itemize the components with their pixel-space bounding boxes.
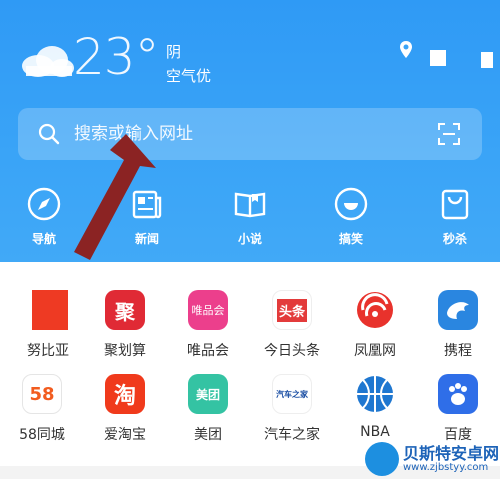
square-icon[interactable]	[430, 50, 446, 66]
compass-icon	[27, 187, 61, 221]
smiley-icon	[334, 187, 368, 221]
app-name: 今日头条	[264, 343, 320, 359]
58-icon: 58	[22, 374, 62, 414]
app-toutiao[interactable]: 头条 今日头条	[250, 290, 334, 360]
app-ctrip[interactable]: 携程	[416, 290, 500, 360]
watermark-title: 贝斯特安卓网	[403, 444, 500, 463]
app-name: 58同城	[19, 427, 65, 443]
watermark: 贝斯特安卓网 www.zjbstyy.com	[365, 438, 500, 479]
app-name: 唯品会	[187, 343, 229, 359]
ctrip-dolphin-icon	[438, 290, 478, 330]
nav-label: 小说	[237, 232, 262, 246]
temperature: 23°	[73, 28, 160, 86]
watermark-logo-icon	[365, 442, 399, 476]
app-name: 凤凰网	[354, 343, 396, 359]
app-name: 聚划算	[104, 343, 146, 359]
app-meituan[interactable]: 美团 美团	[166, 374, 250, 444]
weather-text: 阴	[166, 43, 182, 61]
nubia-icon	[28, 290, 68, 330]
search-icon	[38, 123, 60, 145]
nav-label: 搞笑	[338, 232, 363, 246]
app-nubia[interactable]: 努比亚	[6, 290, 90, 360]
baidu-paw-icon	[438, 374, 478, 414]
nav-item-xiaoshuo[interactable]: 小说	[222, 186, 278, 247]
nav-item-gaoxiao[interactable]: 搞笑	[323, 186, 379, 247]
app-name: 爱淘宝	[104, 427, 146, 443]
app-name: 汽车之家	[264, 427, 320, 443]
taobao-icon: 淘	[105, 374, 145, 414]
juhuasuan-icon: 聚	[105, 290, 145, 330]
nav-item-miaosha[interactable]: 秒杀	[427, 186, 483, 247]
app-baidu[interactable]: 百度	[416, 374, 500, 444]
app-aitaobao[interactable]: 淘 爱淘宝	[83, 374, 167, 444]
app-autohome[interactable]: 汽车之家 汽车之家	[250, 374, 334, 444]
watermark-url: www.zjbstyy.com	[403, 462, 489, 473]
app-juhuasuan[interactable]: 聚 聚划算	[83, 290, 167, 360]
app-name: 努比亚	[27, 343, 69, 359]
nav-label: 秒杀	[442, 232, 467, 246]
cloud-icon	[22, 46, 74, 77]
nba-basketball-icon	[355, 374, 395, 414]
app-ifeng[interactable]: 凤凰网	[333, 290, 417, 360]
scan-icon[interactable]	[438, 123, 460, 145]
app-nba[interactable]: NBA	[333, 374, 417, 440]
annotation-arrow	[74, 134, 156, 260]
app-name: 美团	[194, 427, 222, 443]
meituan-icon: 美团	[188, 374, 228, 414]
more-icon[interactable]	[481, 52, 493, 68]
phoenix-icon	[355, 290, 395, 330]
app-vipshop[interactable]: 唯品会 唯品会	[166, 290, 250, 360]
autohome-icon: 汽车之家	[272, 374, 312, 414]
vipshop-icon: 唯品会	[188, 290, 228, 330]
weather-condition: 阴 空气优	[166, 40, 211, 88]
toutiao-icon: 头条	[272, 290, 312, 330]
air-quality: 空气优	[166, 67, 212, 85]
shopping-bag-icon	[441, 189, 469, 220]
book-icon	[234, 192, 266, 218]
app-name: 携程	[444, 343, 472, 359]
app-58[interactable]: 58 58同城	[0, 374, 84, 444]
location-pin-icon[interactable]	[398, 40, 414, 60]
